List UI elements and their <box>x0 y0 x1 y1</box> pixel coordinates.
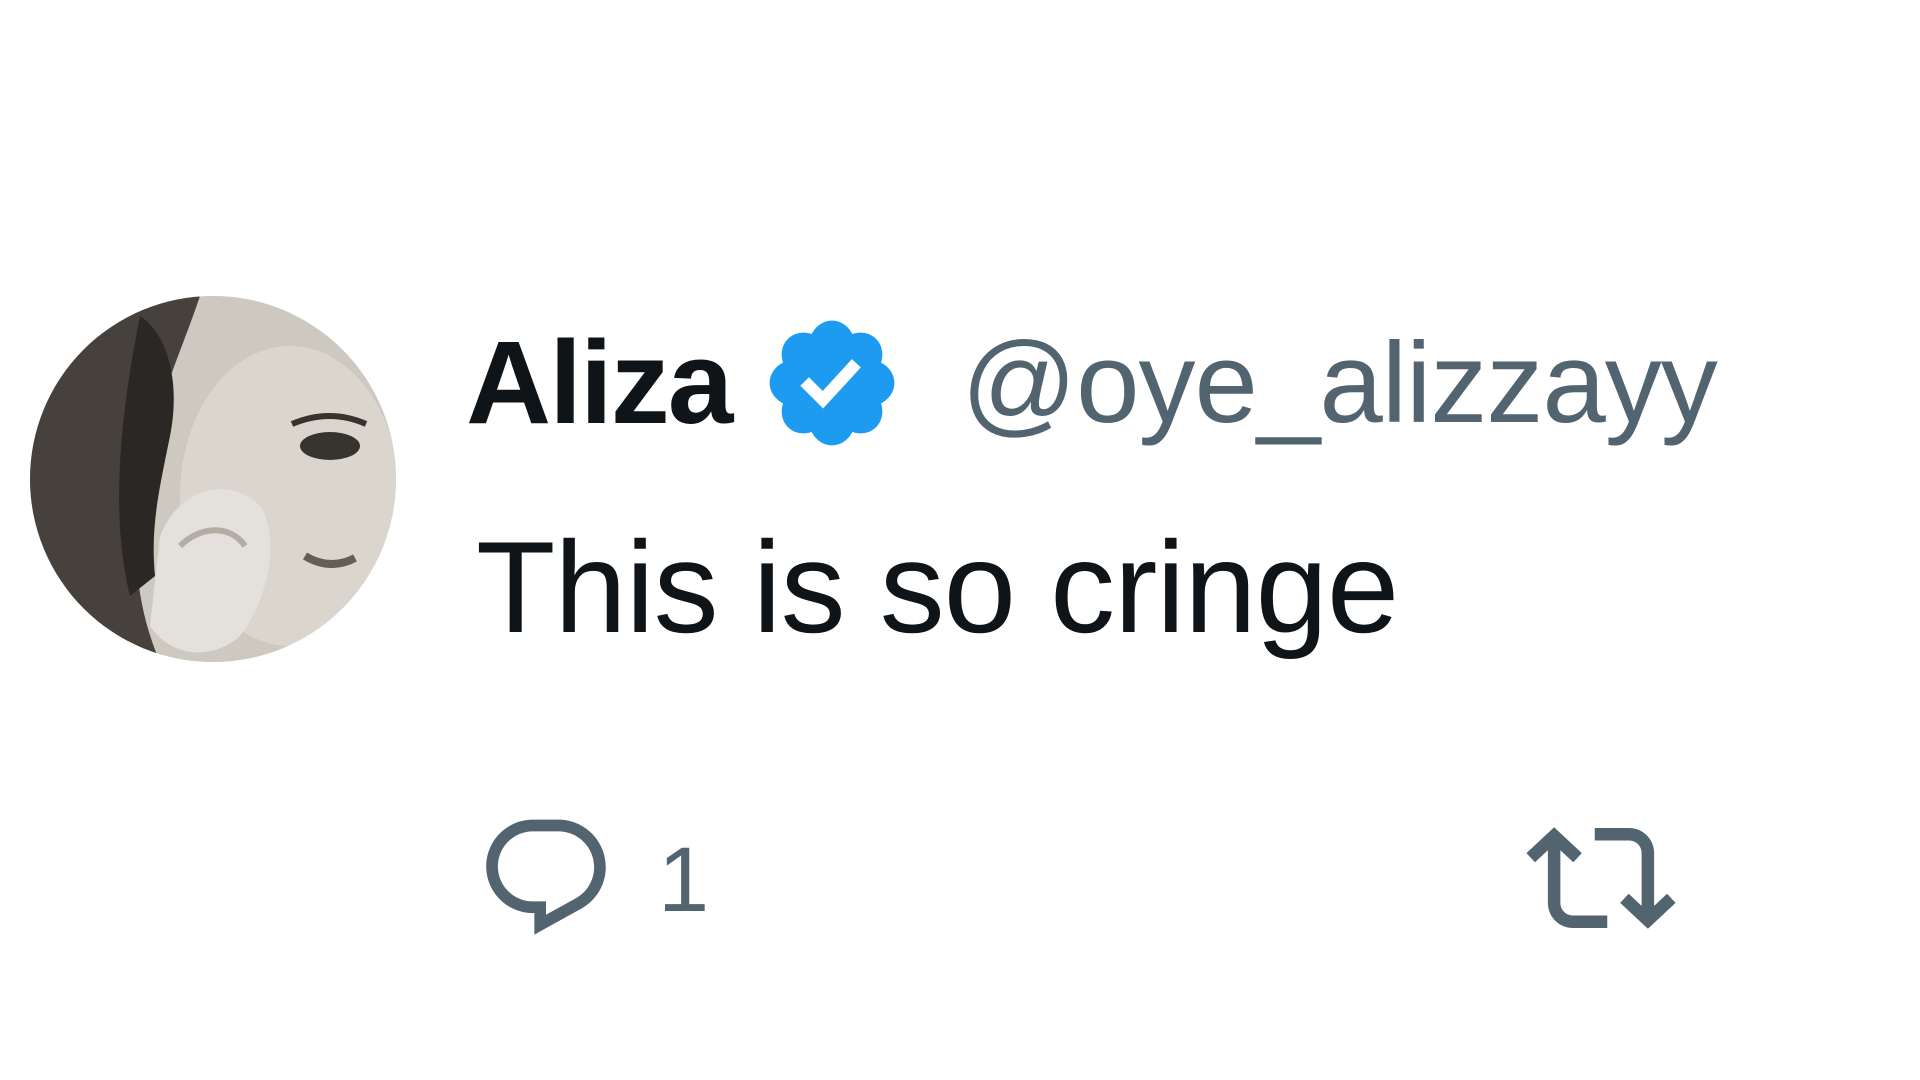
reply-bubble-icon <box>476 808 616 953</box>
tweet[interactable]: Aliza @oye_alizzayy This is so cringe 1 <box>0 0 1920 1080</box>
retweet-icon <box>1526 803 1676 958</box>
author-handle[interactable]: @oye_alizzayy <box>961 318 1717 449</box>
tweet-text: This is so cringe <box>476 514 1399 660</box>
user-avatar[interactable] <box>30 296 396 662</box>
reply-count: 1 <box>658 828 710 931</box>
retweet-button[interactable] <box>1526 805 1676 955</box>
tweet-header: Aliza @oye_alizzayy <box>466 315 1718 451</box>
reply-button[interactable]: 1 <box>476 805 709 955</box>
avatar-image <box>30 296 396 662</box>
tweet-actions: 1 <box>476 805 1776 955</box>
verified-badge-icon <box>759 310 905 456</box>
author-name[interactable]: Aliza <box>466 315 733 451</box>
